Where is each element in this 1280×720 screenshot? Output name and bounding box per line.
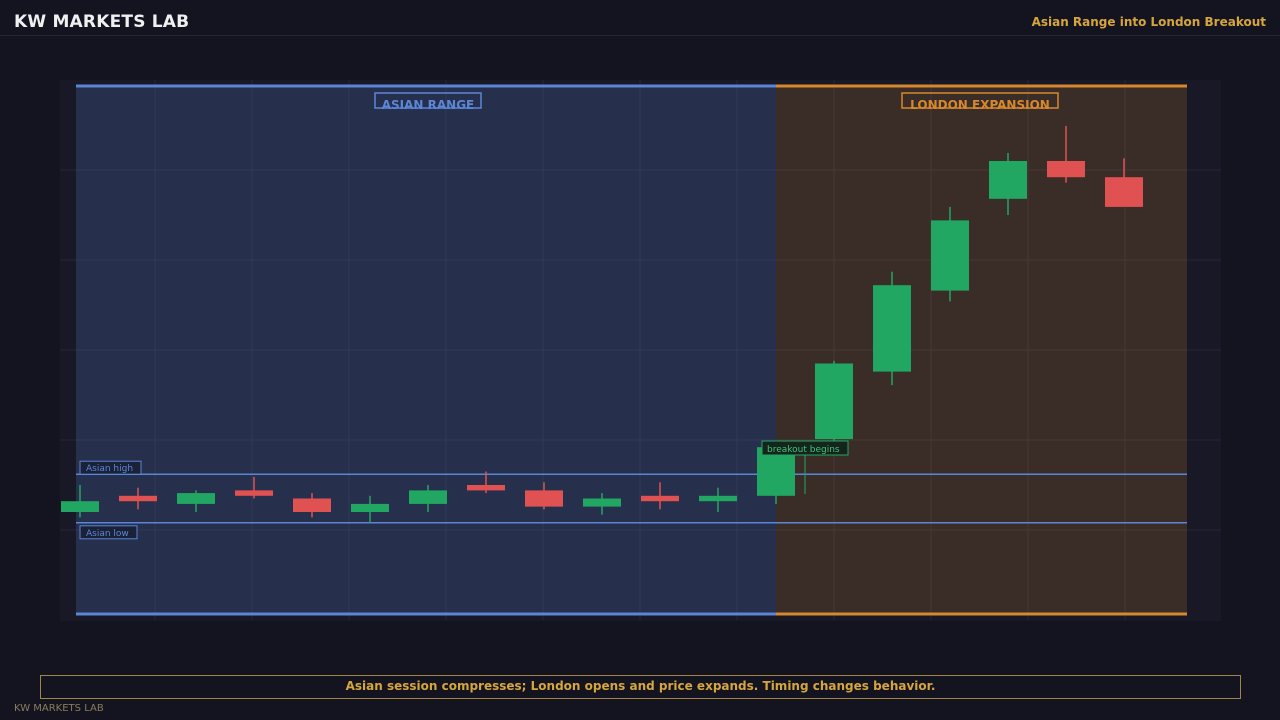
candle-body-17 bbox=[1047, 161, 1085, 178]
london-zone bbox=[776, 86, 1187, 615]
asian-high-label: Asian high bbox=[86, 464, 133, 474]
candle-body-8 bbox=[525, 490, 563, 507]
breakout-label: breakout begins bbox=[767, 445, 840, 455]
caption-box: Asian session compresses; London opens a… bbox=[40, 675, 1241, 699]
candle-body-14 bbox=[873, 285, 911, 372]
candle-body-16 bbox=[989, 161, 1027, 199]
candle-body-6 bbox=[409, 490, 447, 504]
candle-body-13 bbox=[815, 363, 853, 440]
candle-body-3 bbox=[235, 490, 273, 496]
candle-body-4 bbox=[293, 498, 331, 512]
candle-body-10 bbox=[641, 495, 679, 502]
footer-brand: KW MARKETS LAB bbox=[14, 703, 104, 714]
asian-label: ASIAN RANGE bbox=[382, 98, 475, 112]
candle-body-2 bbox=[177, 493, 215, 504]
asian-zone bbox=[76, 86, 776, 615]
candle-body-9 bbox=[583, 498, 621, 507]
london-label: LONDON EXPANSION bbox=[910, 98, 1050, 112]
candle-body-11 bbox=[699, 495, 737, 502]
candle-body-18 bbox=[1105, 177, 1143, 207]
caption-text: Asian session compresses; London opens a… bbox=[345, 679, 936, 693]
candle-body-1 bbox=[119, 495, 157, 502]
candlestick-chart: ASIAN RANGE LONDON EXPANSION Asian high As… bbox=[60, 80, 1221, 621]
asian-low-label: Asian low bbox=[86, 529, 129, 539]
candle-body-15 bbox=[931, 220, 969, 291]
candle-body-0 bbox=[61, 501, 99, 512]
candle-body-5 bbox=[351, 503, 389, 512]
candle-body-7 bbox=[467, 485, 505, 491]
